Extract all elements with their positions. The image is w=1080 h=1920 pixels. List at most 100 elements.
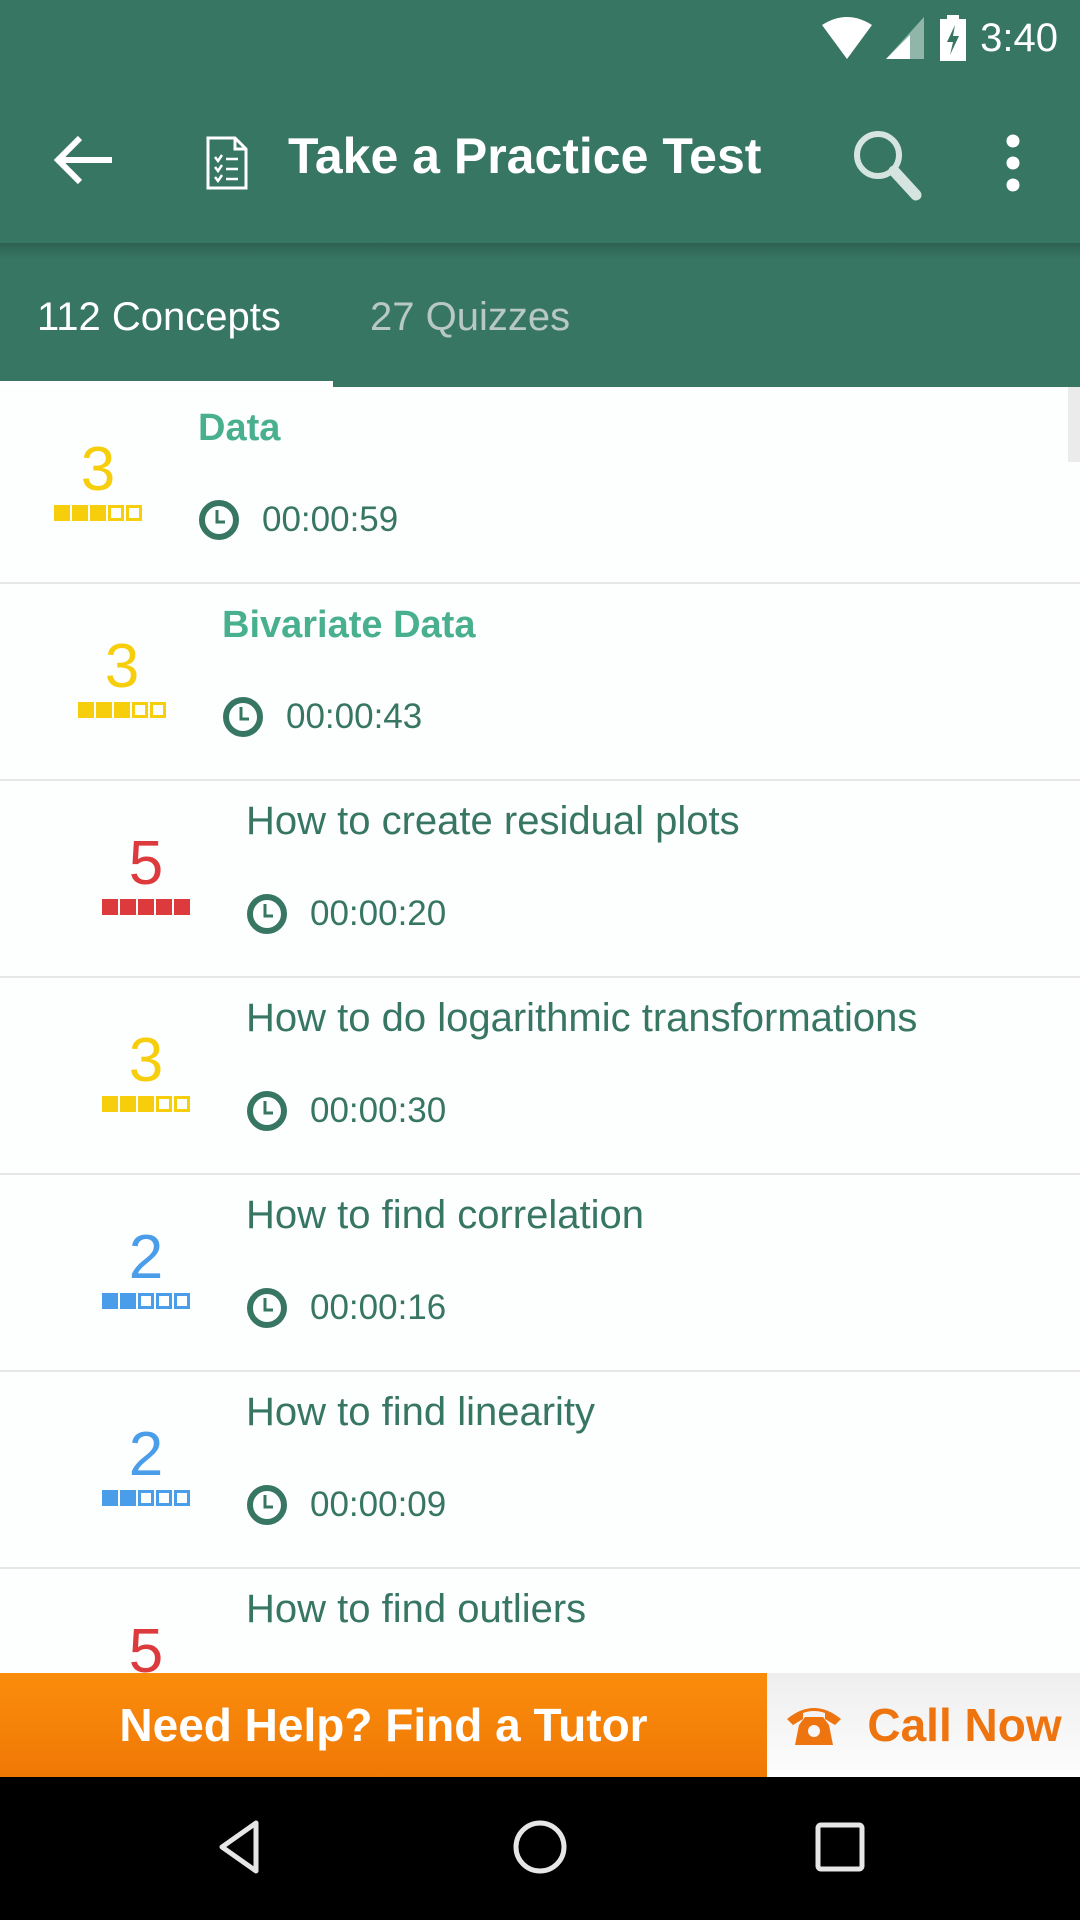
clock-icon <box>247 1091 287 1131</box>
concept-duration: 00:00:30 <box>310 1091 447 1130</box>
concept-duration: 00:00:20 <box>310 894 447 933</box>
concept-time: 00:00:09 <box>246 1484 446 1526</box>
concept-row[interactable]: 3 How to do logarithmic transformations … <box>0 978 1080 1175</box>
more-vertical-icon[interactable] <box>995 133 1031 193</box>
page-title: Take a Practice Test <box>288 128 762 184</box>
nav-back-icon[interactable] <box>210 1817 270 1877</box>
difficulty-level: 5 <box>100 1617 192 1674</box>
difficulty-level: 3 <box>100 1030 192 1112</box>
level-box <box>156 899 172 915</box>
level-box <box>54 505 70 521</box>
difficulty-level: 2 <box>100 1424 192 1506</box>
difficulty-boxes <box>76 702 168 718</box>
search-icon[interactable] <box>850 127 924 201</box>
phone-icon <box>787 1708 842 1745</box>
arrow-left-icon[interactable] <box>50 130 120 190</box>
concept-list[interactable]: 3 Data 00:00:59 3 Bivariate Data 00:00:4… <box>0 387 1080 1673</box>
concept-time: 00:00:16 <box>246 1287 446 1329</box>
difficulty-boxes <box>100 1490 192 1506</box>
concept-duration: 00:00:09 <box>310 1485 447 1524</box>
level-box <box>120 1293 136 1309</box>
concept-row[interactable]: 5 How to create residual plots 00:00:20 <box>0 781 1080 978</box>
level-box <box>114 702 130 718</box>
level-box <box>138 1096 154 1112</box>
concept-row[interactable]: 3 Bivariate Data 00:00:43 <box>0 584 1080 781</box>
difficulty-number: 3 <box>104 632 140 701</box>
concept-row[interactable]: 3 Data 00:00:59 <box>0 387 1080 584</box>
clock-icon <box>247 894 287 934</box>
difficulty-number: 3 <box>128 1026 164 1095</box>
clock-icon <box>223 697 263 737</box>
level-box <box>120 1096 136 1112</box>
level-box <box>138 899 154 915</box>
level-box <box>138 1490 154 1506</box>
call-now-button[interactable]: Call Now <box>767 1673 1080 1777</box>
tab-bar: 112 Concepts 27 Quizzes <box>0 243 1080 387</box>
difficulty-number: 2 <box>128 1223 164 1292</box>
system-nav-bar <box>0 1777 1080 1920</box>
level-box <box>108 505 124 521</box>
concept-title: Bivariate Data <box>222 604 476 646</box>
level-box <box>90 505 106 521</box>
level-box <box>174 1096 190 1112</box>
call-now-label: Call Now <box>867 1699 1062 1751</box>
status-time: 3:40 <box>980 15 1058 60</box>
concept-time: 00:00:43 <box>222 696 422 738</box>
concept-time: 00:00:20 <box>246 893 446 935</box>
concept-title: How to do logarithmic transformations <box>246 996 918 1040</box>
concept-title: Data <box>198 407 281 449</box>
level-box <box>102 899 118 915</box>
level-box <box>102 1096 118 1112</box>
scrollbar[interactable] <box>1068 387 1080 462</box>
level-box <box>120 899 136 915</box>
level-box <box>150 702 166 718</box>
checklist-document-icon <box>206 136 248 190</box>
signal-icon <box>886 17 925 59</box>
app-bar: Take a Practice Test <box>0 75 1080 243</box>
clock-icon <box>247 1485 287 1525</box>
nav-recents-icon[interactable] <box>810 1817 870 1877</box>
level-box <box>120 1490 136 1506</box>
find-tutor-button[interactable]: Need Help? Find a Tutor <box>0 1673 767 1777</box>
level-box <box>174 1293 190 1309</box>
concept-row[interactable]: 5 How to find outliers <box>0 1569 1080 1673</box>
level-box <box>78 702 94 718</box>
clock-icon <box>199 500 239 540</box>
difficulty-boxes <box>52 505 144 521</box>
difficulty-number: 2 <box>128 1420 164 1489</box>
concept-title: How to find linearity <box>246 1390 596 1434</box>
difficulty-number: 5 <box>128 1617 164 1674</box>
concept-title: How to find correlation <box>246 1193 644 1237</box>
nav-home-icon[interactable] <box>510 1817 570 1877</box>
level-box <box>156 1490 172 1506</box>
level-box <box>174 1490 190 1506</box>
level-box <box>156 1293 172 1309</box>
concept-time: 00:00:59 <box>198 499 398 541</box>
level-box <box>96 702 112 718</box>
clock-icon <box>247 1288 287 1328</box>
concept-row[interactable]: 2 How to find correlation 00:00:16 <box>0 1175 1080 1372</box>
tab-concepts[interactable]: 112 Concepts <box>37 295 281 340</box>
level-box <box>102 1490 118 1506</box>
level-box <box>132 702 148 718</box>
concept-duration: 00:00:59 <box>262 500 399 539</box>
concept-duration: 00:00:43 <box>286 697 423 736</box>
level-box <box>126 505 142 521</box>
concept-title: How to create residual plots <box>246 799 740 843</box>
concept-time: 00:00:30 <box>246 1090 446 1132</box>
difficulty-number: 3 <box>80 435 116 504</box>
battery-charging-icon <box>940 15 967 61</box>
difficulty-boxes <box>100 899 192 915</box>
level-box <box>72 505 88 521</box>
concept-row[interactable]: 2 How to find linearity 00:00:09 <box>0 1372 1080 1569</box>
tutor-banner: Need Help? Find a Tutor Call Now <box>0 1673 1080 1777</box>
wifi-icon <box>822 17 873 59</box>
tab-quizzes[interactable]: 27 Quizzes <box>370 295 570 340</box>
level-box <box>138 1293 154 1309</box>
concept-duration: 00:00:16 <box>310 1288 447 1327</box>
difficulty-level: 5 <box>100 833 192 915</box>
difficulty-level: 3 <box>52 439 144 521</box>
difficulty-boxes <box>100 1096 192 1112</box>
difficulty-boxes <box>100 1293 192 1309</box>
difficulty-level: 3 <box>76 636 168 718</box>
